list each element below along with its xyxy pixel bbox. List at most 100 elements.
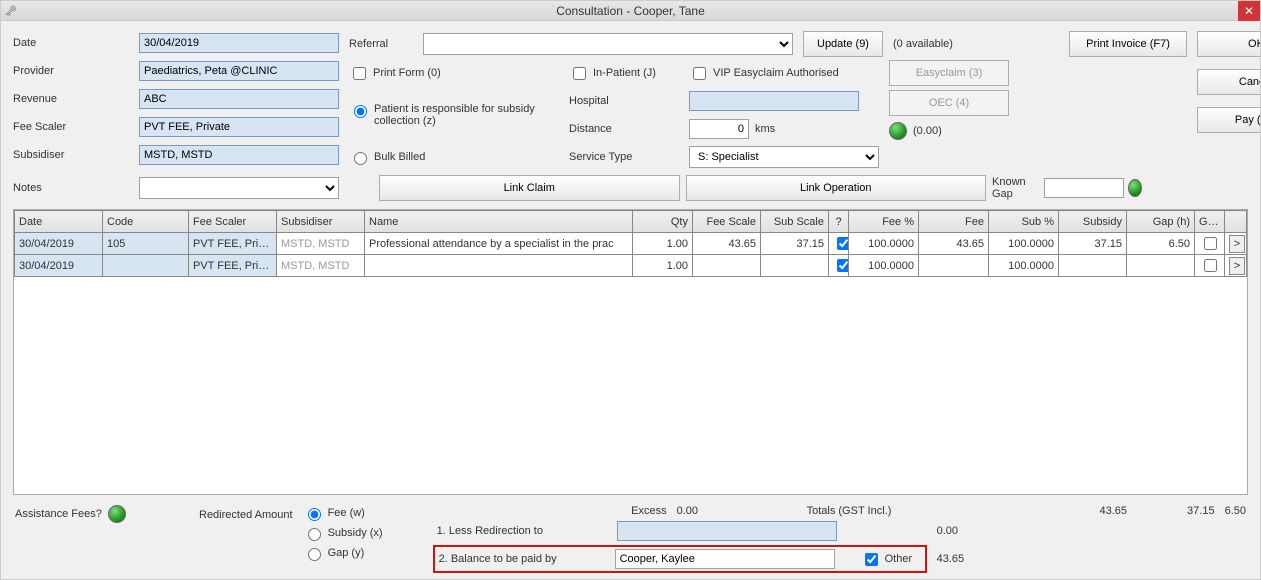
cell-name[interactable] <box>365 255 633 277</box>
known-gap-field[interactable] <box>1044 178 1124 198</box>
revenue-label: Revenue <box>13 93 133 105</box>
balance-payee-field[interactable] <box>615 549 835 569</box>
cell-subsidy[interactable] <box>1059 255 1127 277</box>
col-qty[interactable]: Qty <box>633 211 693 233</box>
print-form-check[interactable]: Print Form (0) <box>349 64 559 83</box>
row-expand-button[interactable]: > <box>1229 257 1245 275</box>
balance-label: 2. Balance to be paid by <box>439 553 609 565</box>
cell-code[interactable]: 105 <box>103 233 189 255</box>
patient-resp-radio-input[interactable] <box>354 105 367 118</box>
subsidiser-field[interactable] <box>139 145 339 165</box>
cell-name[interactable]: Professional attendance by a specialist … <box>365 233 633 255</box>
fee-scaler-field[interactable] <box>139 117 339 137</box>
col-q[interactable]: ? <box>829 211 849 233</box>
cell-qty[interactable]: 1.00 <box>633 255 693 277</box>
cell-sub-scale[interactable] <box>761 255 829 277</box>
date-field[interactable] <box>139 33 339 53</box>
col-gst[interactable]: GST <box>1195 211 1225 233</box>
revenue-field[interactable] <box>139 89 339 109</box>
bulk-billed-radio[interactable]: Bulk Billed <box>349 149 559 165</box>
col-fee-scale[interactable]: Fee Scale <box>693 211 761 233</box>
vip-checkbox[interactable] <box>693 67 706 80</box>
other-checkbox[interactable] <box>865 553 878 566</box>
cell-q[interactable] <box>829 255 849 277</box>
row-expand-button[interactable]: > <box>1229 235 1245 253</box>
col-fee-pct[interactable]: Fee % <box>849 211 919 233</box>
excess-value: 0.00 <box>677 505 777 517</box>
cell-fee[interactable]: 43.65 <box>919 233 989 255</box>
vip-check[interactable]: VIP Easyclaim Authorised <box>689 64 879 83</box>
col-gap[interactable]: Gap (h) <box>1127 211 1195 233</box>
cell-fee-scale[interactable] <box>693 255 761 277</box>
in-patient-checkbox[interactable] <box>573 67 586 80</box>
link-claim-button[interactable]: Link Claim <box>379 175 680 201</box>
col-fee[interactable]: Fee <box>919 211 989 233</box>
known-gap-icon[interactable] <box>1128 179 1142 197</box>
cell-sub-scale[interactable]: 37.15 <box>761 233 829 255</box>
cell-gst[interactable] <box>1195 255 1225 277</box>
patient-resp-radio[interactable]: Patient is responsible for subsidy colle… <box>349 103 559 127</box>
cell-fee[interactable] <box>919 255 989 277</box>
cell-fee-pct[interactable]: 100.0000 <box>849 255 919 277</box>
cell-code[interactable] <box>103 255 189 277</box>
distance-field[interactable] <box>689 119 749 139</box>
col-sub-scale[interactable]: Sub Scale <box>761 211 829 233</box>
oec-button: OEC (4) <box>889 90 1009 116</box>
cell-qty[interactable]: 1.00 <box>633 233 693 255</box>
cell-date[interactable]: 30/04/2019 <box>15 233 103 255</box>
col-sub-pct[interactable]: Sub % <box>989 211 1059 233</box>
balance-amount: 43.65 <box>937 553 965 565</box>
cell-q[interactable] <box>829 233 849 255</box>
referral-select[interactable] <box>423 33 793 55</box>
balance-highlight: 2. Balance to be paid by Other <box>433 545 927 573</box>
known-gap-label: Known Gap <box>992 176 1034 200</box>
easyclaim-button: Easyclaim (3) <box>889 60 1009 86</box>
cell-subsidy[interactable]: 37.15 <box>1059 233 1127 255</box>
link-operation-button[interactable]: Link Operation <box>686 175 987 201</box>
cell-gap[interactable] <box>1127 255 1195 277</box>
cell-fee-pct[interactable]: 100.0000 <box>849 233 919 255</box>
col-date[interactable]: Date <box>15 211 103 233</box>
assistance-fees-icon[interactable] <box>108 505 126 523</box>
notes-select[interactable] <box>139 177 339 199</box>
table-row[interactable]: 30/04/2019PVT FEE, PrivateMSTD, MSTD1.00… <box>15 255 1247 277</box>
in-patient-check[interactable]: In-Patient (J) <box>569 64 679 83</box>
cell-fee-scaler[interactable]: PVT FEE, Private <box>189 255 277 277</box>
col-fee-scaler[interactable]: Fee Scaler <box>189 211 277 233</box>
totals-gap: 6.50 <box>1225 505 1246 517</box>
service-type-select[interactable]: S: Specialist <box>689 146 879 168</box>
cell-sub-pct[interactable]: 100.0000 <box>989 255 1059 277</box>
cell-sub-pct[interactable]: 100.0000 <box>989 233 1059 255</box>
key-icon: 🗝 <box>4 4 18 18</box>
cell-gap[interactable]: 6.50 <box>1127 233 1195 255</box>
col-subsidy[interactable]: Subsidy <box>1059 211 1127 233</box>
cell-gst[interactable] <box>1195 233 1225 255</box>
subsidy-x-radio[interactable]: Subsidy (x) <box>303 525 383 541</box>
line-items-table: Date Code Fee Scaler Subsidiser Name Qty… <box>13 209 1248 495</box>
cell-fee-scale[interactable]: 43.65 <box>693 233 761 255</box>
update-button[interactable]: Update (9) <box>803 31 883 57</box>
pay-button[interactable]: Pay (F6) <box>1197 107 1260 133</box>
col-subsidiser[interactable]: Subsidiser <box>277 211 365 233</box>
hospital-field[interactable] <box>689 91 859 111</box>
table-row[interactable]: 30/04/2019105PVT FEE, PrivateMSTD, MSTDP… <box>15 233 1247 255</box>
cancel-button[interactable]: Cancel <box>1197 69 1260 95</box>
print-form-checkbox[interactable] <box>353 67 366 80</box>
print-invoice-button[interactable]: Print Invoice (F7) <box>1069 31 1187 57</box>
col-name[interactable]: Name <box>365 211 633 233</box>
cell-date[interactable]: 30/04/2019 <box>15 255 103 277</box>
col-code[interactable]: Code <box>103 211 189 233</box>
other-check[interactable]: Other <box>861 550 921 569</box>
close-button[interactable]: ✕ <box>1238 1 1260 21</box>
cell-fee-scaler[interactable]: PVT FEE, Private <box>189 233 277 255</box>
provider-label: Provider <box>13 65 133 77</box>
referral-label: Referral <box>349 38 413 50</box>
provider-field[interactable] <box>139 61 339 81</box>
assistance-icon[interactable] <box>889 122 907 140</box>
fee-w-radio[interactable]: Fee (w) <box>303 505 383 521</box>
gap-y-radio[interactable]: Gap (y) <box>303 545 383 561</box>
bulk-billed-radio-input[interactable] <box>354 152 367 165</box>
redirection-to-field[interactable] <box>617 521 837 541</box>
ok-button[interactable]: OK <box>1197 31 1260 57</box>
totals-subsidy: 37.15 <box>1187 505 1215 517</box>
